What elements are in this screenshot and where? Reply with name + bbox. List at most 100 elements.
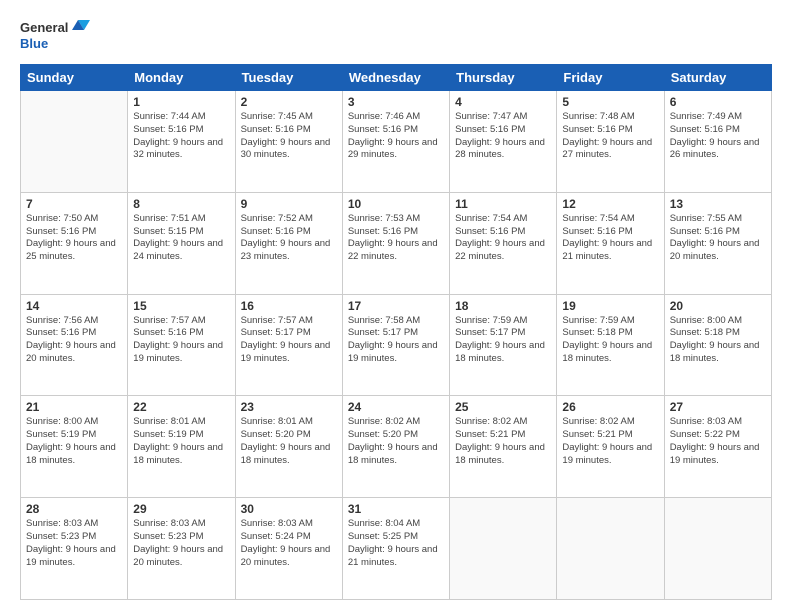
day-info: Sunrise: 8:03 AM Sunset: 5:23 PM Dayligh… bbox=[133, 518, 229, 569]
day-number: 8 bbox=[133, 197, 229, 211]
day-number: 6 bbox=[670, 95, 766, 109]
day-number: 27 bbox=[670, 400, 766, 414]
day-info: Sunrise: 7:48 AM Sunset: 5:16 PM Dayligh… bbox=[562, 111, 658, 162]
calendar-day-2: 2Sunrise: 7:45 AM Sunset: 5:16 PM Daylig… bbox=[235, 91, 342, 193]
calendar-day-28: 28Sunrise: 8:03 AM Sunset: 5:23 PM Dayli… bbox=[21, 498, 128, 600]
day-info: Sunrise: 7:53 AM Sunset: 5:16 PM Dayligh… bbox=[348, 213, 444, 264]
day-number: 2 bbox=[241, 95, 337, 109]
calendar-day-8: 8 Sunrise: 7:51 AM Sunset: 5:15 PM Daylig… bbox=[128, 192, 235, 294]
day-number: 10 bbox=[348, 197, 444, 211]
header: General Blue bbox=[20, 18, 772, 54]
calendar-day-4: 4Sunrise: 7:47 AM Sunset: 5:16 PM Daylig… bbox=[450, 91, 557, 193]
day-number: 14 bbox=[26, 299, 122, 313]
day-info: Sunrise: 7:59 AM Sunset: 5:17 PM Dayligh… bbox=[455, 315, 551, 366]
calendar-week-1: 1 Sunrise: 7:44 AM Sunset: 5:16 PM Daylig… bbox=[21, 91, 772, 193]
day-number: 5 bbox=[562, 95, 658, 109]
day-number: 16 bbox=[241, 299, 337, 313]
day-info: Sunrise: 7:52 AM Sunset: 5:16 PM Dayligh… bbox=[241, 213, 337, 264]
calendar-day-12: 12 Sunrise: 7:54 AM Sunset: 5:16 PM Dayli… bbox=[557, 192, 664, 294]
day-info: Sunrise: 8:01 AM Sunset: 5:20 PM Dayligh… bbox=[241, 416, 337, 467]
calendar-day-7: 7 Sunrise: 7:50 AM Sunset: 5:16 PM Daylig… bbox=[21, 192, 128, 294]
day-info: Sunrise: 8:03 AM Sunset: 5:22 PM Dayligh… bbox=[670, 416, 766, 467]
calendar-week-2: 7 Sunrise: 7:50 AM Sunset: 5:16 PM Daylig… bbox=[21, 192, 772, 294]
calendar-day-23: 23 Sunrise: 8:01 AM Sunset: 5:20 PM Dayli… bbox=[235, 396, 342, 498]
weekday-header-saturday: Saturday bbox=[664, 65, 771, 91]
day-info: Sunrise: 8:04 AM Sunset: 5:25 PM Dayligh… bbox=[348, 518, 444, 569]
day-info: Sunrise: 7:57 AM Sunset: 5:17 PM Dayligh… bbox=[241, 315, 337, 366]
calendar-day-11: 11 Sunrise: 7:54 AM Sunset: 5:16 PM Dayli… bbox=[450, 192, 557, 294]
day-number: 31 bbox=[348, 502, 444, 516]
calendar-day-15: 15 Sunrise: 7:57 AM Sunset: 5:16 PM Dayli… bbox=[128, 294, 235, 396]
calendar-day-22: 22 Sunrise: 8:01 AM Sunset: 5:19 PM Dayli… bbox=[128, 396, 235, 498]
calendar-day-30: 30 Sunrise: 8:03 AM Sunset: 5:24 PM Dayli… bbox=[235, 498, 342, 600]
calendar-day-9: 9 Sunrise: 7:52 AM Sunset: 5:16 PM Daylig… bbox=[235, 192, 342, 294]
calendar-day-17: 17 Sunrise: 7:58 AM Sunset: 5:17 PM Dayli… bbox=[342, 294, 449, 396]
day-number: 18 bbox=[455, 299, 551, 313]
day-info: Sunrise: 8:03 AM Sunset: 5:24 PM Dayligh… bbox=[241, 518, 337, 569]
day-number: 12 bbox=[562, 197, 658, 211]
calendar-day-1: 1 Sunrise: 7:44 AM Sunset: 5:16 PM Daylig… bbox=[128, 91, 235, 193]
day-info: Sunrise: 7:46 AM Sunset: 5:16 PM Dayligh… bbox=[348, 111, 444, 162]
calendar-day-26: 26Sunrise: 8:02 AM Sunset: 5:21 PM Dayli… bbox=[557, 396, 664, 498]
day-number: 3 bbox=[348, 95, 444, 109]
svg-text:General: General bbox=[20, 20, 68, 35]
calendar-day-24: 24 Sunrise: 8:02 AM Sunset: 5:20 PM Dayli… bbox=[342, 396, 449, 498]
calendar-day-3: 3 Sunrise: 7:46 AM Sunset: 5:16 PM Daylig… bbox=[342, 91, 449, 193]
day-info: Sunrise: 7:54 AM Sunset: 5:16 PM Dayligh… bbox=[562, 213, 658, 264]
calendar-day-27: 27 Sunrise: 8:03 AM Sunset: 5:22 PM Dayli… bbox=[664, 396, 771, 498]
day-info: Sunrise: 7:51 AM Sunset: 5:15 PM Dayligh… bbox=[133, 213, 229, 264]
weekday-header-wednesday: Wednesday bbox=[342, 65, 449, 91]
day-info: Sunrise: 8:02 AM Sunset: 5:21 PM Dayligh… bbox=[562, 416, 658, 467]
day-info: Sunrise: 7:59 AM Sunset: 5:18 PM Dayligh… bbox=[562, 315, 658, 366]
day-info: Sunrise: 7:56 AM Sunset: 5:16 PM Dayligh… bbox=[26, 315, 122, 366]
day-info: Sunrise: 8:02 AM Sunset: 5:20 PM Dayligh… bbox=[348, 416, 444, 467]
calendar-day-empty bbox=[557, 498, 664, 600]
logo-svg: General Blue bbox=[20, 18, 100, 54]
weekday-header-tuesday: Tuesday bbox=[235, 65, 342, 91]
day-number: 28 bbox=[26, 502, 122, 516]
calendar-day-19: 19 Sunrise: 7:59 AM Sunset: 5:18 PM Dayli… bbox=[557, 294, 664, 396]
day-number: 24 bbox=[348, 400, 444, 414]
calendar-day-21: 21Sunrise: 8:00 AM Sunset: 5:19 PM Dayli… bbox=[21, 396, 128, 498]
calendar-day-20: 20Sunrise: 8:00 AM Sunset: 5:18 PM Dayli… bbox=[664, 294, 771, 396]
calendar-day-18: 18 Sunrise: 7:59 AM Sunset: 5:17 PM Dayli… bbox=[450, 294, 557, 396]
calendar-day-25: 25Sunrise: 8:02 AM Sunset: 5:21 PM Dayli… bbox=[450, 396, 557, 498]
day-number: 11 bbox=[455, 197, 551, 211]
calendar-day-14: 14 Sunrise: 7:56 AM Sunset: 5:16 PM Dayli… bbox=[21, 294, 128, 396]
calendar-day-empty bbox=[450, 498, 557, 600]
day-number: 30 bbox=[241, 502, 337, 516]
day-info: Sunrise: 7:54 AM Sunset: 5:16 PM Dayligh… bbox=[455, 213, 551, 264]
day-number: 15 bbox=[133, 299, 229, 313]
day-info: Sunrise: 7:55 AM Sunset: 5:16 PM Dayligh… bbox=[670, 213, 766, 264]
day-number: 22 bbox=[133, 400, 229, 414]
day-info: Sunrise: 7:58 AM Sunset: 5:17 PM Dayligh… bbox=[348, 315, 444, 366]
day-info: Sunrise: 7:47 AM Sunset: 5:16 PM Dayligh… bbox=[455, 111, 551, 162]
day-number: 19 bbox=[562, 299, 658, 313]
day-number: 25 bbox=[455, 400, 551, 414]
day-info: Sunrise: 7:44 AM Sunset: 5:16 PM Dayligh… bbox=[133, 111, 229, 162]
calendar-day-13: 13Sunrise: 7:55 AM Sunset: 5:16 PM Dayli… bbox=[664, 192, 771, 294]
calendar-day-10: 10 Sunrise: 7:53 AM Sunset: 5:16 PM Dayli… bbox=[342, 192, 449, 294]
day-info: Sunrise: 7:50 AM Sunset: 5:16 PM Dayligh… bbox=[26, 213, 122, 264]
day-info: Sunrise: 7:57 AM Sunset: 5:16 PM Dayligh… bbox=[133, 315, 229, 366]
day-number: 21 bbox=[26, 400, 122, 414]
calendar-week-4: 21Sunrise: 8:00 AM Sunset: 5:19 PM Dayli… bbox=[21, 396, 772, 498]
day-number: 29 bbox=[133, 502, 229, 516]
weekday-header-monday: Monday bbox=[128, 65, 235, 91]
weekday-header-friday: Friday bbox=[557, 65, 664, 91]
day-info: Sunrise: 8:01 AM Sunset: 5:19 PM Dayligh… bbox=[133, 416, 229, 467]
weekday-header-sunday: Sunday bbox=[21, 65, 128, 91]
calendar-week-5: 28 Sunrise: 8:03 AM Sunset: 5:23 PM Dayli… bbox=[21, 498, 772, 600]
day-number: 9 bbox=[241, 197, 337, 211]
day-number: 20 bbox=[670, 299, 766, 313]
calendar-day-16: 16 Sunrise: 7:57 AM Sunset: 5:17 PM Dayli… bbox=[235, 294, 342, 396]
calendar-week-3: 14 Sunrise: 7:56 AM Sunset: 5:16 PM Dayli… bbox=[21, 294, 772, 396]
day-number: 23 bbox=[241, 400, 337, 414]
calendar-day-5: 5 Sunrise: 7:48 AM Sunset: 5:16 PM Daylig… bbox=[557, 91, 664, 193]
calendar-day-6: 6 Sunrise: 7:49 AM Sunset: 5:16 PM Daylig… bbox=[664, 91, 771, 193]
day-number: 7 bbox=[26, 197, 122, 211]
day-info: Sunrise: 7:49 AM Sunset: 5:16 PM Dayligh… bbox=[670, 111, 766, 162]
page: General Blue SundayMondayTuesdayWednesda… bbox=[0, 0, 792, 612]
day-number: 1 bbox=[133, 95, 229, 109]
day-number: 17 bbox=[348, 299, 444, 313]
